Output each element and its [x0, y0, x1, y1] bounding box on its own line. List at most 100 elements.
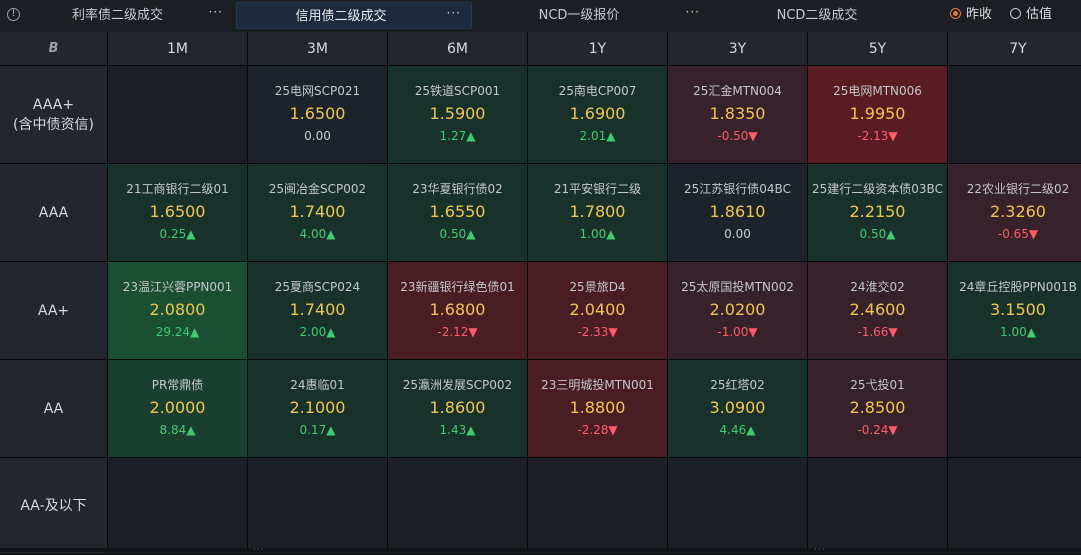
tab-label: NCD一级报价: [538, 8, 620, 23]
empty-cell: [388, 458, 527, 553]
bond-name: 25弋投01: [850, 378, 905, 392]
bond-name: 21平安银行二级: [553, 182, 642, 196]
bond-cell[interactable]: 25太原国投MTN002 2.0200 -1.00▼: [668, 262, 807, 359]
bond-yield: 1.7800: [569, 202, 626, 221]
more-icon[interactable]: ···: [686, 0, 700, 26]
row-header: AAA: [0, 164, 107, 261]
bond-cell[interactable]: 23华夏银行债02 1.6550 0.50▲: [388, 164, 527, 261]
bond-cell[interactable]: 21工商银行二级01 1.6500 0.25▲: [108, 164, 247, 261]
bond-name: 23三明城投MTN001: [541, 378, 654, 392]
column-header: 3Y: [668, 32, 807, 65]
tab-ncd-secondary[interactable]: NCD二级成交: [712, 2, 948, 29]
column-header: 1Y: [528, 32, 667, 65]
more-icon[interactable]: ···: [447, 0, 461, 27]
rating-sublabel: (含中债资信): [13, 116, 94, 133]
bond-cell[interactable]: 25夏商SCP024 1.7400 2.00▲: [248, 262, 387, 359]
column-header: 3M: [248, 32, 387, 65]
yield-change: 1.43▲: [439, 423, 476, 437]
yield-change: 0.00: [304, 129, 331, 143]
bond-cell[interactable]: 25铁道SCP001 1.5900 1.27▲: [388, 66, 527, 163]
bond-yield: 2.2150: [849, 202, 906, 221]
bond-logo-icon: B: [48, 41, 59, 56]
info-icon[interactable]: !: [7, 8, 20, 21]
bottom-bar: ··· ···: [0, 545, 1081, 555]
empty-cell: [108, 66, 247, 163]
bond-cell[interactable]: 22农业银行二级02 2.3260 -0.65▼: [948, 164, 1081, 261]
bond-yield: 1.6550: [429, 202, 486, 221]
bond-cell[interactable]: 21平安银行二级 1.7800 1.00▲: [528, 164, 667, 261]
bond-cell[interactable]: 24章丘控股PPN001B 3.1500 1.00▲: [948, 262, 1081, 359]
bond-cell[interactable]: 25红塔02 3.0900 4.46▲: [668, 360, 807, 457]
bond-cell[interactable]: 24惠临01 2.1000 0.17▲: [248, 360, 387, 457]
bond-cell[interactable]: 25电网MTN006 1.9950 -2.13▼: [808, 66, 947, 163]
radio-label: 估值: [1026, 7, 1053, 22]
bond-name: 24惠临01: [290, 378, 345, 392]
tab-ncd-primary[interactable]: NCD一级报价 ···: [474, 2, 710, 29]
bond-yield: 1.6900: [569, 104, 626, 123]
bond-yield: 1.8610: [709, 202, 766, 221]
bond-cell[interactable]: 25南电CP007 1.6900 2.01▲: [528, 66, 667, 163]
yield-change: 1.00▲: [1000, 325, 1036, 339]
yield-change: 0.50▲: [439, 227, 476, 241]
bond-yield: 1.6800: [429, 300, 486, 319]
bond-yield: 2.4600: [849, 300, 906, 319]
bond-name: 21工商银行二级01: [126, 182, 229, 196]
radio-valuation[interactable]: 估值: [1010, 6, 1052, 24]
bond-name: 23新疆银行绿色债01: [400, 280, 515, 294]
bond-yield: 3.1500: [990, 300, 1046, 319]
column-header: 7Y: [948, 32, 1081, 65]
radio-unselected-icon[interactable]: [1010, 8, 1021, 19]
bond-cell[interactable]: 24淮交02 2.4600 -1.66▼: [808, 262, 947, 359]
row-header: AA: [0, 360, 107, 457]
bond-name: 23温江兴蓉PPN001: [122, 280, 233, 294]
bond-cell[interactable]: 25汇金MTN004 1.8350 -0.50▼: [668, 66, 807, 163]
empty-cell: [948, 360, 1081, 457]
empty-cell: [668, 458, 807, 553]
radio-prev-close[interactable]: 昨收: [950, 6, 992, 24]
yield-change: 1.27▲: [439, 129, 476, 143]
yield-change: 0.00: [724, 227, 751, 241]
bond-cell[interactable]: 25电网SCP021 1.6500 0.00: [248, 66, 387, 163]
resize-handle[interactable]: ···: [814, 545, 826, 555]
resize-handle[interactable]: ···: [253, 545, 265, 555]
bond-cell[interactable]: 25闽冶金SCP002 1.7400 4.00▲: [248, 164, 387, 261]
bond-yield: 2.0000: [149, 398, 206, 417]
empty-cell: [948, 458, 1081, 553]
row-header: AA+: [0, 262, 107, 359]
bond-yield: 1.8600: [429, 398, 486, 417]
yield-change: -2.33▼: [577, 325, 618, 339]
bond-name: 25建行二级资本债03BC: [812, 182, 943, 196]
tab-credit-secondary[interactable]: 信用债二级成交 ···: [236, 2, 472, 29]
corner-cell: B: [0, 32, 107, 65]
column-header: 5Y: [808, 32, 947, 65]
bond-name: 22农业银行二级02: [966, 182, 1070, 196]
bond-cell[interactable]: 23温江兴蓉PPN001 2.0800 29.24▲: [108, 262, 247, 359]
bond-cell[interactable]: 25瀛洲发展SCP002 1.8600 1.43▲: [388, 360, 527, 457]
bond-yield: 2.0400: [569, 300, 626, 319]
bond-name: 25江苏银行债04BC: [684, 182, 791, 196]
column-header: 1M: [108, 32, 247, 65]
yield-change: -0.50▼: [717, 129, 758, 143]
bond-name: 25红塔02: [710, 378, 765, 392]
bond-name: 24淮交02: [850, 280, 905, 294]
bond-yield: 1.5900: [429, 104, 486, 123]
bond-cell[interactable]: 25弋投01 2.8500 -0.24▼: [808, 360, 947, 457]
bond-cell[interactable]: 25江苏银行债04BC 1.8610 0.00: [668, 164, 807, 261]
bond-yield: 2.8500: [849, 398, 906, 417]
bond-cell[interactable]: 23新疆银行绿色债01 1.6800 -2.12▼: [388, 262, 527, 359]
radio-selected-icon[interactable]: [950, 8, 961, 19]
bond-cell[interactable]: 25景旅D4 2.0400 -2.33▼: [528, 262, 667, 359]
rating-label: AA-及以下: [20, 497, 87, 514]
bond-yield: 1.8350: [709, 104, 766, 123]
yield-change: -1.66▼: [857, 325, 898, 339]
bond-cell[interactable]: 23三明城投MTN001 1.8800 -2.28▼: [528, 360, 667, 457]
bond-cell[interactable]: 25建行二级资本债03BC 2.2150 0.50▲: [808, 164, 947, 261]
rating-label: AA: [43, 400, 64, 417]
tab-rates-secondary[interactable]: 利率债二级成交 ···: [28, 2, 233, 29]
bond-name: 24章丘控股PPN001B: [959, 280, 1077, 294]
yield-change: -2.12▼: [437, 325, 478, 339]
bond-cell[interactable]: PR常鼎债 2.0000 8.84▲: [108, 360, 247, 457]
bond-name: 25南电CP007: [558, 84, 637, 98]
bond-yield: 1.7400: [289, 300, 346, 319]
more-icon[interactable]: ···: [209, 0, 223, 26]
